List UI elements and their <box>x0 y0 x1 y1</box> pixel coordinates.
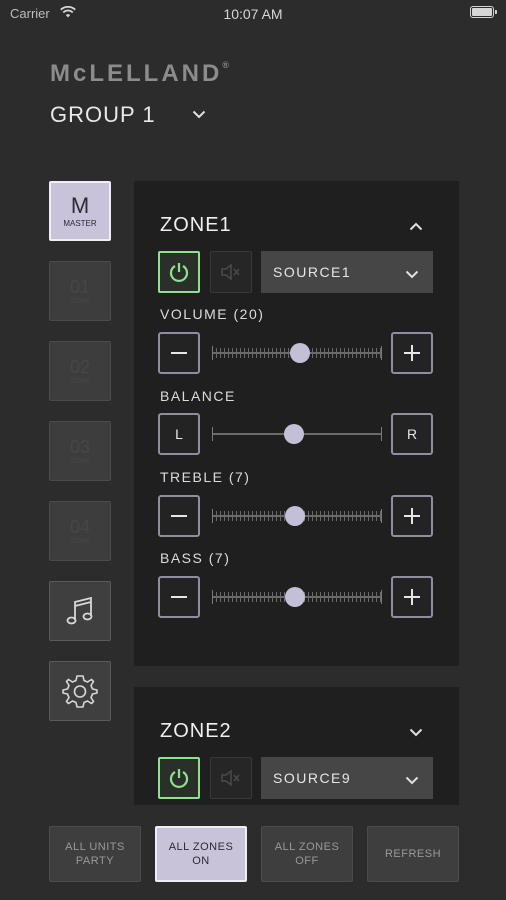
rail-zone-04-button[interactable]: 04 ZONE <box>49 501 111 561</box>
bass-slider[interactable] <box>212 585 382 609</box>
slider-end <box>381 590 382 604</box>
bass-decrease-button[interactable] <box>158 576 200 618</box>
minus-icon <box>171 596 187 598</box>
slider-end <box>212 346 213 360</box>
plus-icon <box>404 589 420 605</box>
slider-thumb[interactable] <box>285 587 306 607</box>
zone1-mute-button[interactable] <box>210 251 252 293</box>
treble-label: TREBLE (7) <box>160 469 251 485</box>
balance-left-button[interactable]: L <box>158 413 200 455</box>
rail-zone-label: ZONE <box>70 377 90 385</box>
zone1-source-select[interactable]: SOURCE1 <box>261 251 433 293</box>
group-label: GROUP 1 <box>50 102 156 127</box>
balance-left-label: L <box>175 426 183 442</box>
rail-zone-number: 04 <box>69 516 91 537</box>
all-zones-off-button[interactable]: ALL ZONES OFF <box>261 826 353 882</box>
group-selector[interactable]: GROUP 1 <box>50 102 206 128</box>
rail-zone-01-button[interactable]: 01 ZONE <box>49 261 111 321</box>
slider-end <box>381 509 382 523</box>
treble-increase-button[interactable] <box>391 495 433 537</box>
slider-thumb[interactable] <box>283 424 304 444</box>
rail-zone-label: ZONE <box>70 297 90 305</box>
chevron-down-icon <box>405 266 419 284</box>
volume-decrease-button[interactable] <box>158 332 200 374</box>
zone1-title: ZONE1 <box>160 214 232 236</box>
rail-zone-label: ZONE <box>70 537 90 545</box>
master-letter: M <box>70 192 90 218</box>
refresh-button[interactable]: REFRESH <box>367 826 459 882</box>
zone2-mute-button[interactable] <box>210 757 252 799</box>
plus-icon <box>404 508 420 524</box>
slider-end <box>381 346 382 360</box>
brand-logo: McLELLAND® <box>50 60 229 88</box>
chevron-down-icon <box>192 106 206 124</box>
volume-increase-button[interactable] <box>391 332 433 374</box>
power-icon <box>169 769 189 789</box>
volume-slider[interactable] <box>212 341 382 365</box>
settings-button[interactable] <box>49 661 111 721</box>
music-note-icon <box>66 596 93 625</box>
rail-zone-label: ZONE <box>70 457 90 465</box>
chevron-up-icon[interactable] <box>409 218 423 232</box>
speaker-mute-icon <box>221 263 240 281</box>
slider-end <box>212 590 213 604</box>
rail-zone-03-button[interactable]: 03 ZONE <box>49 421 111 481</box>
slider-end <box>212 427 213 441</box>
zone2-power-button[interactable] <box>158 757 200 799</box>
zone2-card: ZONE2 SOURCE9 <box>134 687 459 805</box>
rail-zone-number: 01 <box>69 276 91 297</box>
treble-decrease-button[interactable] <box>158 495 200 537</box>
speaker-mute-icon <box>221 769 240 787</box>
power-icon <box>169 263 189 283</box>
all-units-party-button[interactable]: ALL UNITS PARTY <box>49 826 141 882</box>
logo-text: McLELLAND <box>50 60 223 87</box>
rail-zone-number: 03 <box>69 436 91 457</box>
bass-increase-button[interactable] <box>391 576 433 618</box>
chevron-down-icon[interactable] <box>409 724 423 738</box>
zone2-source-label: SOURCE9 <box>273 770 352 786</box>
slider-thumb[interactable] <box>290 343 311 363</box>
slider-end <box>381 427 382 441</box>
chevron-down-icon <box>405 772 419 790</box>
plus-icon <box>404 345 420 361</box>
status-bar: Carrier 10:07 AM <box>0 0 506 28</box>
zone2-title: ZONE2 <box>160 720 232 742</box>
treble-slider[interactable] <box>212 504 382 528</box>
all-zones-on-button[interactable]: ALL ZONES ON <box>155 826 247 882</box>
battery-icon <box>470 6 497 18</box>
balance-right-button[interactable]: R <box>391 413 433 455</box>
clock-label: 10:07 AM <box>223 6 283 22</box>
zone2-source-select[interactable]: SOURCE9 <box>261 757 433 799</box>
zone1-card: ZONE1 SOURCE1 VOLUME (20) BALANCE L R TR… <box>134 181 459 666</box>
bass-label: BASS (7) <box>160 550 231 566</box>
music-button[interactable] <box>49 581 111 641</box>
minus-icon <box>171 515 187 517</box>
master-label: MASTER <box>63 218 97 228</box>
balance-slider[interactable] <box>212 422 382 446</box>
balance-right-label: R <box>406 426 418 442</box>
minus-icon <box>171 352 187 354</box>
slider-end <box>212 509 213 523</box>
balance-label: BALANCE <box>160 388 236 404</box>
master-button[interactable]: M MASTER <box>49 181 111 241</box>
zone1-source-label: SOURCE1 <box>273 264 352 280</box>
rail-zone-number: 02 <box>69 356 91 377</box>
zone1-power-button[interactable] <box>158 251 200 293</box>
rail-zone-02-button[interactable]: 02 ZONE <box>49 341 111 401</box>
volume-label: VOLUME (20) <box>160 306 265 322</box>
logo-registered-mark: ® <box>222 60 229 70</box>
slider-thumb[interactable] <box>285 506 306 526</box>
gear-icon <box>62 675 98 708</box>
